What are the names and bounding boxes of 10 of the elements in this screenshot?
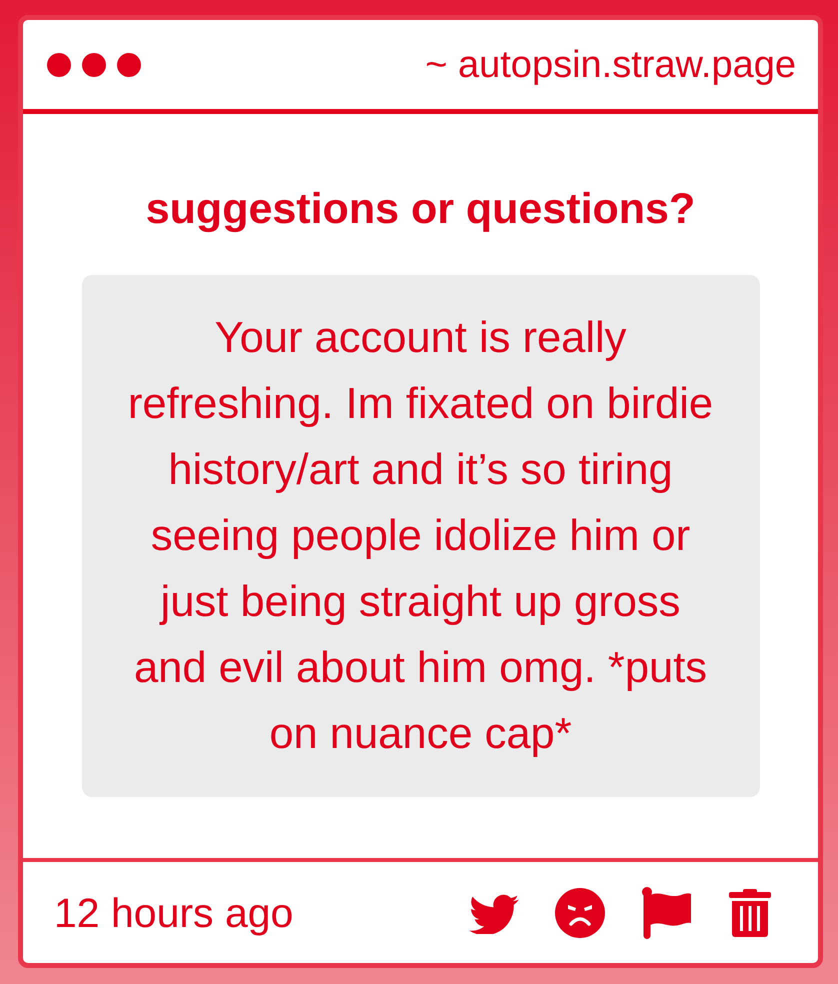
message-text: Your account is really refreshing. Im fixated on birdie history/art and it’s so tiring seeing people idolize him or just being straight up gross and evil about him omg. *puts on nuance cap* [82, 275, 760, 797]
dot-icon [117, 52, 141, 76]
timestamp: 12 hours ago [54, 888, 294, 936]
site-url: ~ autopsin.straw.page [425, 42, 796, 88]
dot-icon [47, 52, 71, 76]
angry-face-icon[interactable] [555, 888, 605, 938]
dot-icon [82, 52, 106, 76]
trash-icon[interactable] [729, 888, 771, 936]
flag-icon[interactable] [641, 886, 693, 938]
card-title: suggestions or questions? [146, 184, 696, 235]
